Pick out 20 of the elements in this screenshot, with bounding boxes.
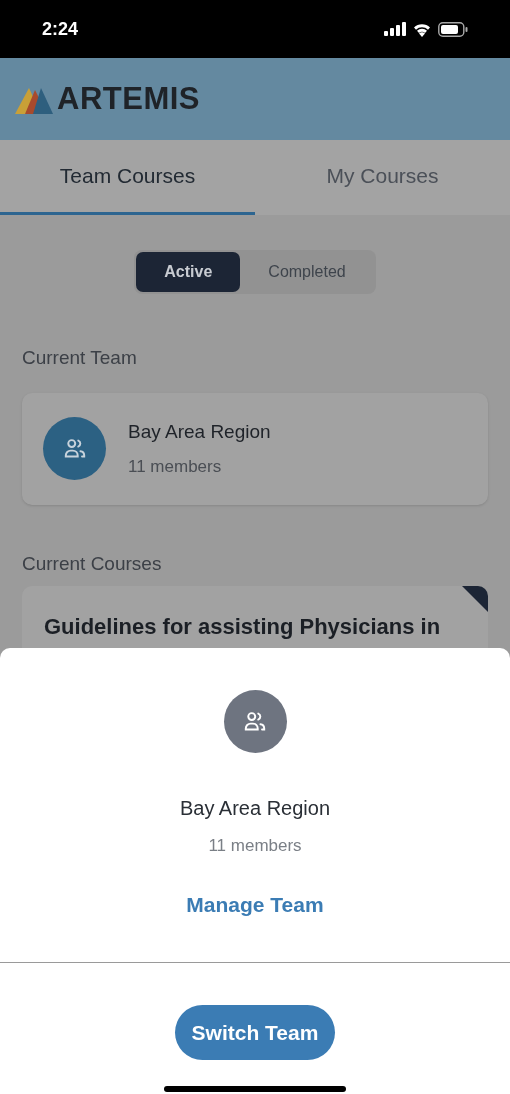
segment-option[interactable]: Active: [136, 252, 241, 292]
status-time: 2:24: [42, 17, 79, 41]
team-card[interactable]: Bay Area Region 11 members: [22, 392, 488, 505]
switch-team-button[interactable]: Switch Team: [174, 1005, 336, 1060]
logo-text: ARTEMIS: [57, 79, 200, 118]
team-name: Bay Area Region: [179, 796, 331, 821]
battery-icon: [438, 21, 468, 37]
segment-option[interactable]: Completed: [240, 252, 374, 292]
course-title: Guidelines for assisting Physicians in: [44, 613, 442, 641]
member-count: 11 members: [128, 456, 223, 478]
section-heading: Current Courses: [22, 551, 163, 576]
tab[interactable]: My Courses: [255, 140, 510, 215]
signal-icon: [384, 22, 406, 36]
wifi-icon: [412, 21, 432, 37]
tab[interactable]: Team Courses: [0, 140, 255, 215]
corner-ribbon-icon: [462, 586, 488, 612]
team-name: Bay Area Region: [128, 419, 271, 444]
section-heading: Current Team: [22, 346, 138, 370]
manage-team-link[interactable]: Manage Team: [186, 888, 324, 920]
member-count: 11 members: [208, 835, 302, 857]
